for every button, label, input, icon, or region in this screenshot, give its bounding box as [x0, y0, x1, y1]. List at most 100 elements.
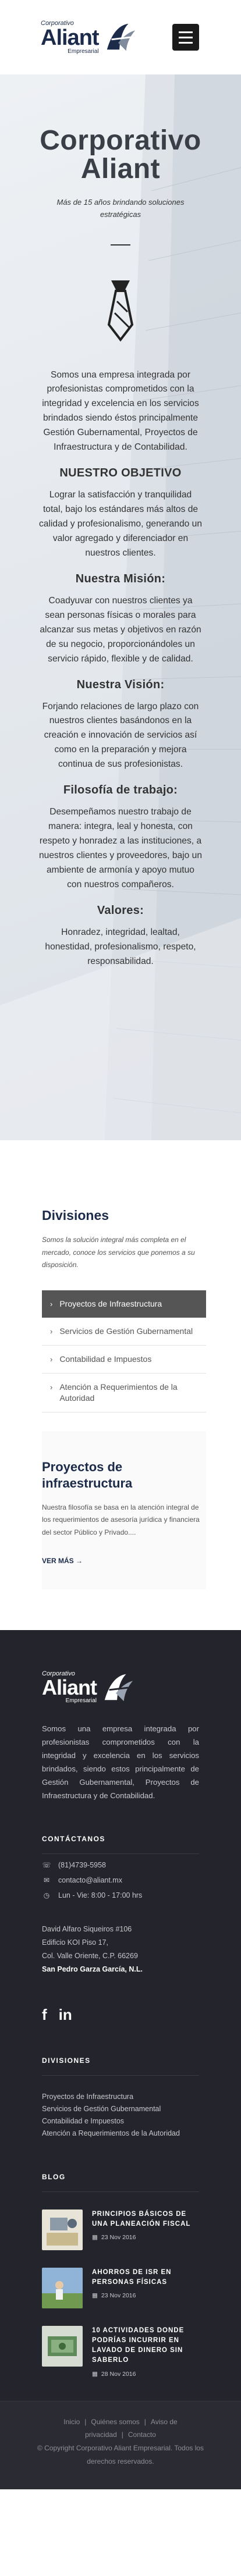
blog-thumbnail [42, 2209, 83, 2250]
division-item-gestion[interactable]: › Servicios de Gestión Gubernamental [42, 1318, 206, 1346]
blog-date-text: 28 Nov 2016 [101, 2370, 136, 2378]
filosofia-heading: Filosofía de trabajo: [63, 784, 178, 797]
contact-phone-text: (81)4739-5958 [58, 1861, 107, 1870]
contact-email-text: contacto@aliant.mx [58, 1876, 122, 1885]
hamburger-icon-line [179, 36, 193, 38]
menu-button[interactable] [172, 24, 199, 51]
contact-email[interactable]: ✉ contacto@aliant.mx [42, 1876, 199, 1884]
address-line: David Alfaro Siqueiros #106 [42, 1925, 132, 1934]
logo[interactable]: Corporativo Aliant Empresarial [41, 20, 137, 55]
separator: | [121, 2431, 123, 2439]
linkedin-icon[interactable]: in [59, 2006, 72, 2024]
chevron-right-icon: › [50, 1382, 53, 1392]
contact-phone[interactable]: ☏ (81)4739-5958 [42, 1861, 199, 1869]
footer-divisiones-heading: DIVISIONES [42, 2056, 91, 2065]
divider [42, 2191, 199, 2192]
hero-title: Corporativo Aliant [40, 125, 201, 184]
division-item-requerimientos[interactable]: › Atención a Requerimientos de la Autori… [42, 1374, 206, 1412]
divider [42, 1853, 199, 1855]
blog-item-body: 10 ACTIVIDADES DONDE PODRÍAS INCURRIR EN… [92, 2326, 199, 2378]
contact-heading: CONTÁCTANOS [42, 1835, 105, 1844]
logo-text: Corporativo Aliant Empresarial [41, 20, 100, 55]
footer-link[interactable]: Servicios de Gestión Gubernamental [42, 2103, 199, 2115]
blog-date-text: 23 Nov 2016 [101, 2292, 136, 2300]
footer: Corporativo Aliant Empresarial Somos una… [0, 1629, 241, 2401]
blog-date: ▦ 28 Nov 2016 [92, 2371, 199, 2378]
footer-about-text: Somos una empresa integrada por profesio… [42, 1724, 199, 1800]
footer-logo[interactable]: Corporativo Aliant Empresarial [42, 1671, 199, 1705]
division-card-text: Nuestra filosofía se basa en la atención… [42, 1503, 200, 1536]
footer-logo-text: Corporativo Aliant Empresarial [42, 1671, 97, 1704]
social-links: f in [42, 2006, 199, 2024]
calendar-icon: ▦ [92, 2234, 98, 2241]
calendar-icon: ▦ [92, 2370, 98, 2378]
division-card: Proyectos de infraestructura Nuestra fil… [42, 1431, 206, 1589]
chevron-right-icon: › [50, 1354, 53, 1364]
calendar-icon: ▦ [92, 2292, 98, 2300]
hero-section: Corporativo Aliant Más de 15 años brinda… [0, 74, 241, 1140]
footer-link[interactable]: Proyectos de Infraestructura [42, 2091, 199, 2103]
logo-mark-icon [107, 23, 135, 51]
address-line: Col. Valle Oriente, C.P. 66269 [42, 1952, 138, 1961]
bottom-links: Inicio | Quiénes somos | Aviso de privacidad… [35, 2415, 206, 2442]
footer-link[interactable]: Contabilidad e Impuestos [42, 2115, 199, 2127]
logo-brand-text: Aliant [41, 25, 100, 50]
blog-title[interactable]: AHORROS DE ISR EN PERSONAS FÍSICAS [92, 2268, 199, 2288]
divisiones-section: Divisiones Somos la solución integral má… [0, 1140, 241, 1630]
hamburger-icon-line [179, 41, 193, 44]
necktie-icon [107, 280, 134, 341]
blog-date: ▦ 23 Nov 2016 [92, 2292, 199, 2299]
blog-date: ▦ 23 Nov 2016 [92, 2234, 199, 2241]
footer-divisiones-links: Proyectos de Infraestructura Servicios d… [42, 2091, 199, 2140]
hamburger-icon [179, 31, 193, 33]
division-item-label: Atención a Requerimientos de la Autorida… [59, 1382, 178, 1403]
blog-item-body: AHORROS DE ISR EN PERSONAS FÍSICAS ▦ 23 … [92, 2268, 199, 2308]
intro-text: Somos una empresa integrada por profesio… [42, 369, 199, 453]
division-card-title: Proyectos de infraestructura [42, 1459, 133, 1491]
envelope-icon: ✉ [43, 1876, 50, 1885]
contact-hours: ◷ Lun - Vie: 8:00 - 17:00 hrs [42, 1891, 199, 1899]
see-more-link[interactable]: VER MÁS → [42, 1557, 83, 1565]
logo-mark-icon [104, 1674, 133, 1701]
separator: | [144, 2417, 146, 2426]
logo-sub-text: Empresarial [65, 1698, 97, 1705]
valores-heading: Valores: [97, 903, 144, 917]
address-line: San Pedro Garza García, N.L. [42, 1963, 199, 1976]
division-item-label: Contabilidad e Impuestos [59, 1354, 152, 1364]
blog-item[interactable]: PRINCIPIOS BÁSICOS DE UNA PLANEACIÓN FIS… [42, 2209, 199, 2250]
valores-text: Honradez, integridad, lealtad, honestida… [45, 927, 196, 966]
bottom-link-inicio[interactable]: Inicio [63, 2418, 80, 2426]
bottom-link-quienes[interactable]: Quiénes somos [91, 2418, 139, 2426]
footer-link[interactable]: Atención a Requerimientos de la Autorida… [42, 2127, 199, 2140]
division-item-infraestructura[interactable]: › Proyectos de Infraestructura [42, 1290, 206, 1318]
blog-title[interactable]: 10 ACTIVIDADES DONDE PODRÍAS INCURRIR EN… [92, 2326, 199, 2366]
chevron-right-icon: › [50, 1299, 53, 1308]
divisiones-title: Divisiones [42, 1208, 109, 1223]
address-city: San Pedro Garza García, N.L. [42, 1965, 143, 1974]
blog-item[interactable]: AHORROS DE ISR EN PERSONAS FÍSICAS ▦ 23 … [42, 2267, 199, 2308]
objetivo-text: Lograr la satisfacción y tranquilidad to… [38, 490, 202, 558]
facebook-icon[interactable]: f [42, 2006, 47, 2024]
blog-heading: BLOG [42, 2172, 66, 2181]
vision-heading: Nuestra Visión: [76, 678, 165, 691]
blog-item[interactable]: 10 ACTIVIDADES DONDE PODRÍAS INCURRIR EN… [42, 2325, 199, 2378]
blog-title[interactable]: PRINCIPIOS BÁSICOS DE UNA PLANEACIÓN FIS… [92, 2209, 199, 2230]
logo-sub-text: Empresarial [68, 48, 99, 55]
divisiones-list: › Proyectos de Infraestructura › Servici… [42, 1290, 206, 1412]
clock-icon: ◷ [43, 1891, 50, 1900]
blog-item-body: PRINCIPIOS BÁSICOS DE UNA PLANEACIÓN FIS… [92, 2209, 199, 2250]
vision-text: Forjando relaciones de largo plazo con n… [42, 701, 199, 770]
logo-brand-text: Aliant [42, 1675, 97, 1700]
blog-date-text: 23 Nov 2016 [101, 2234, 136, 2241]
mision-text: Coadyuvar con nuestros clientes ya sean … [40, 595, 201, 664]
blog-thumbnail [42, 2325, 83, 2367]
bottom-bar: Inicio | Quiénes somos | Aviso de privacidad… [0, 2400, 241, 2489]
bottom-link-contacto[interactable]: Contacto [128, 2431, 156, 2439]
division-item-label: Servicios de Gestión Gubernamental [59, 1326, 193, 1336]
division-item-label: Proyectos de Infraestructura [59, 1298, 162, 1308]
objetivo-heading: NUESTRO OBJETIVO [59, 467, 182, 480]
division-item-contabilidad[interactable]: › Contabilidad e Impuestos [42, 1346, 206, 1374]
copyright: © Copyright Corporativo Aliant Empresari… [37, 2444, 204, 2465]
phone-icon: ☏ [42, 1861, 51, 1870]
mision-heading: Nuestra Misión: [75, 572, 166, 585]
